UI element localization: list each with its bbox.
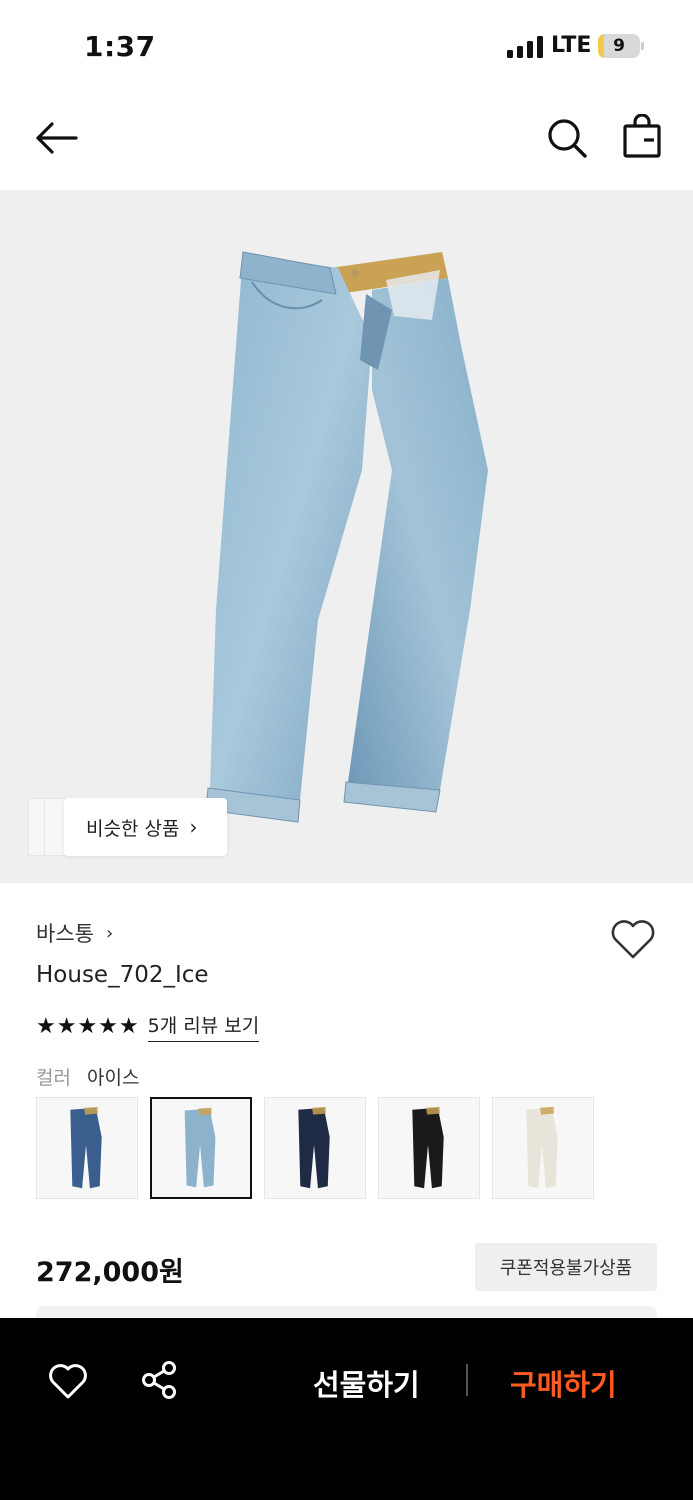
gift-button[interactable]: 선물하기	[313, 1362, 420, 1404]
shopping-bag-icon[interactable]	[620, 114, 664, 160]
coupon-badge: 쿠폰적용불가상품	[475, 1243, 657, 1291]
color-swatch[interactable]	[36, 1097, 138, 1199]
battery-icon: 9	[598, 34, 644, 58]
color-row: 컬러 아이스	[36, 1063, 139, 1090]
status-time: 1:37	[84, 30, 156, 63]
buy-button[interactable]: 구매하기	[510, 1362, 617, 1404]
top-navigation	[0, 100, 693, 180]
color-swatch[interactable]	[264, 1097, 366, 1199]
color-value: 아이스	[87, 1067, 140, 1089]
product-title: House_702_Ice	[36, 962, 209, 988]
color-label: 컬러	[36, 1067, 71, 1089]
battery-level: 9	[613, 36, 625, 56]
signal-icon	[507, 36, 543, 58]
status-bar: 1:37 LTE 9	[0, 0, 693, 92]
brand-link[interactable]: 바스통 ›	[36, 918, 113, 948]
review-link[interactable]: 5개 리뷰 보기	[147, 1011, 260, 1042]
chevron-right-icon: ›	[189, 815, 198, 839]
heart-icon[interactable]	[609, 917, 657, 961]
similar-products-label: 비슷한 상품	[86, 817, 180, 840]
similar-products-button[interactable]: 비슷한 상품 ›	[64, 798, 227, 856]
back-arrow-icon[interactable]	[32, 116, 80, 160]
divider	[466, 1364, 468, 1396]
color-swatch[interactable]	[150, 1097, 252, 1199]
share-icon[interactable]	[140, 1360, 178, 1400]
network-label: LTE	[551, 33, 592, 58]
search-icon[interactable]	[545, 116, 589, 160]
color-swatches	[36, 1097, 636, 1199]
chevron-right-icon: ›	[105, 922, 114, 944]
swatch-jeans-image	[298, 1106, 330, 1189]
swatch-jeans-image	[184, 1107, 216, 1188]
rating-row: ★★★★★ 5개 리뷰 보기	[36, 1011, 260, 1042]
color-swatch[interactable]	[378, 1097, 480, 1199]
brand-name: 바스통	[36, 922, 94, 946]
swatch-jeans-image	[412, 1106, 444, 1189]
swatch-jeans-image	[526, 1106, 558, 1189]
swatch-jeans-image	[70, 1106, 102, 1189]
bottom-action-bar: 선물하기 구매하기	[0, 1318, 693, 1500]
price: 272,000원	[36, 1257, 184, 1288]
product-page: 1:37 LTE 9 비슷한 상품 › 바스통 › House_702_Ice …	[0, 0, 693, 1500]
star-rating: ★★★★★	[36, 1014, 140, 1039]
color-swatch[interactable]	[492, 1097, 594, 1199]
heart-icon[interactable]	[48, 1362, 88, 1400]
jeans-image	[205, 251, 488, 823]
product-image[interactable]: 비슷한 상품 ›	[0, 190, 693, 883]
